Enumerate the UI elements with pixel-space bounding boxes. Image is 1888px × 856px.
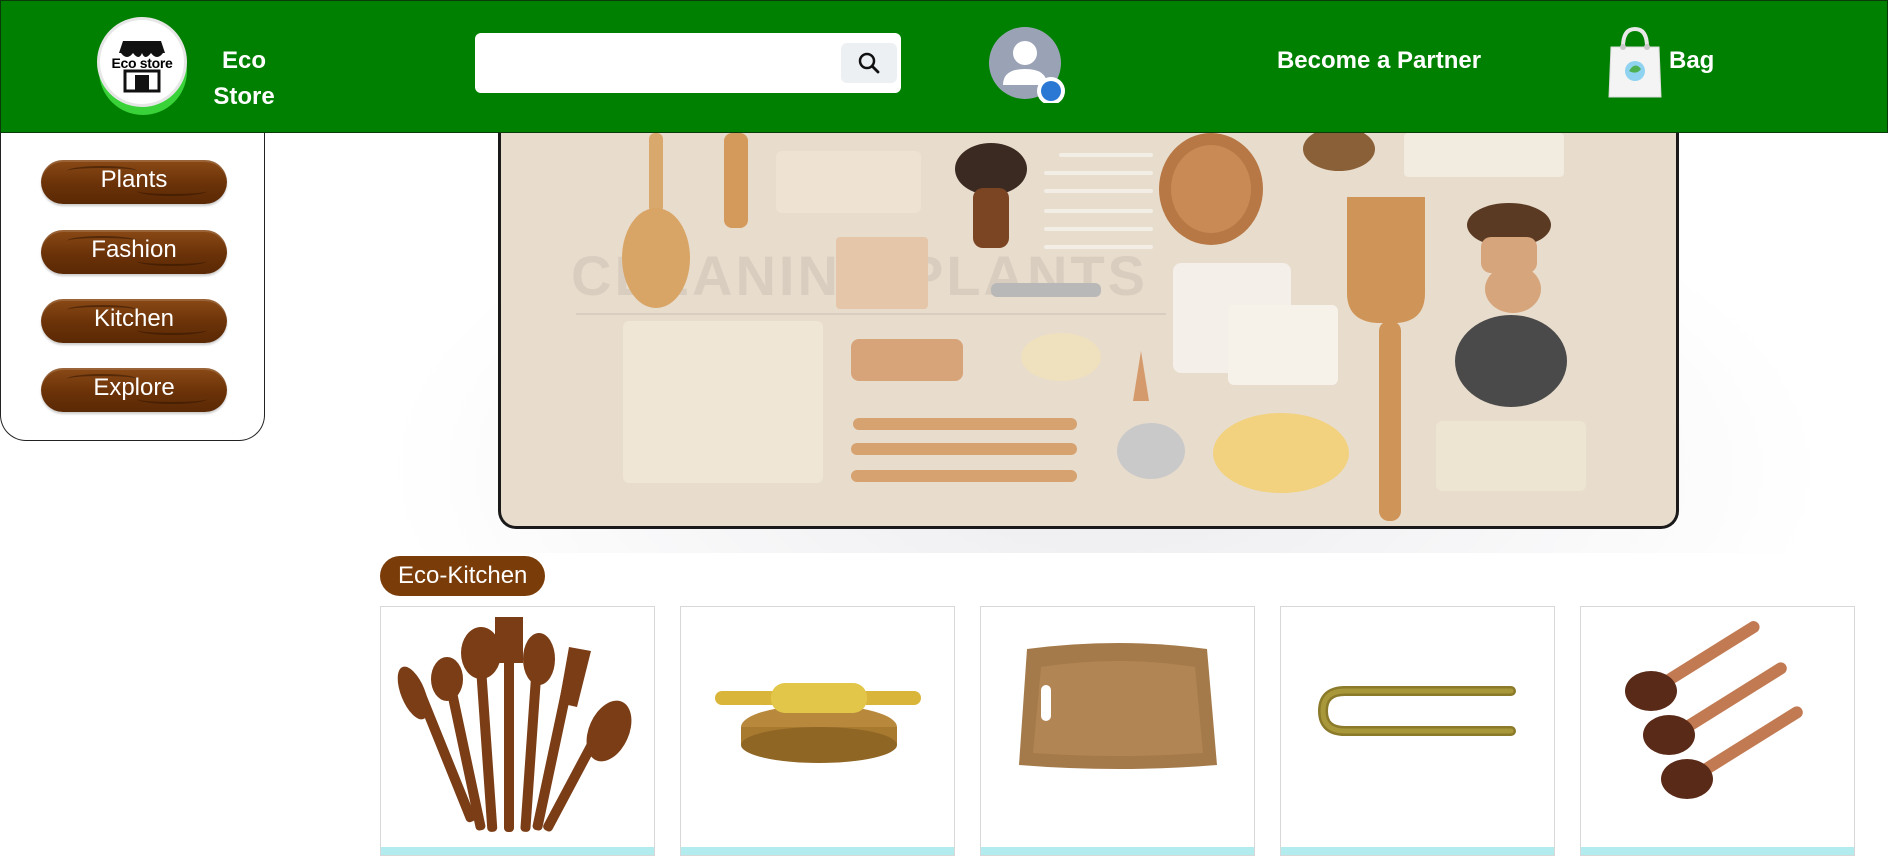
category-label: Fashion xyxy=(91,236,177,263)
search-icon xyxy=(858,52,880,74)
card-footer xyxy=(1581,847,1854,855)
become-partner-link[interactable]: Become a Partner xyxy=(1261,47,1497,75)
card-footer xyxy=(381,847,654,855)
product-card[interactable] xyxy=(980,606,1255,856)
brand-line-2: Store xyxy=(213,83,275,110)
category-kitchen-button[interactable]: Kitchen xyxy=(41,299,227,343)
hero-banner[interactable]: CLEANING PLANTS xyxy=(498,133,1679,529)
wooden-cutting-board-image xyxy=(1019,643,1217,769)
search-input[interactable] xyxy=(485,43,805,83)
section-title[interactable]: Eco-Kitchen xyxy=(380,556,546,596)
user-avatar-icon[interactable] xyxy=(989,27,1065,103)
eco-products-image xyxy=(622,133,1586,521)
product-card[interactable] xyxy=(680,606,955,856)
bag-label[interactable]: Bag xyxy=(1669,47,1714,75)
category-label: Explore xyxy=(93,374,175,401)
bamboo-tongs-image xyxy=(1317,686,1516,736)
category-label: Kitchen xyxy=(93,305,175,332)
search-button[interactable] xyxy=(841,43,897,83)
shopping-bag-icon[interactable] xyxy=(1607,25,1663,99)
category-sidebar: Plants Fashion Kitchen Explore xyxy=(0,133,265,441)
category-fashion-button[interactable]: Fashion xyxy=(41,230,227,274)
category-label: Plants xyxy=(100,166,168,193)
card-footer xyxy=(981,847,1254,855)
rolling-pin-and-board-image xyxy=(715,683,921,763)
card-footer xyxy=(681,847,954,855)
wooden-spatula-set-image xyxy=(397,617,632,832)
product-card[interactable] xyxy=(1580,606,1855,856)
logo[interactable]: Eco store xyxy=(97,17,187,115)
brand-name[interactable]: Eco Store xyxy=(205,43,283,115)
category-explore-button[interactable]: Explore xyxy=(41,368,227,412)
card-footer xyxy=(1281,847,1554,855)
top-header: Eco store Eco Store Become a Partner Bag xyxy=(0,0,1888,133)
coconut-shell-spoons-image xyxy=(1625,621,1803,799)
product-card[interactable] xyxy=(1280,606,1555,856)
search-bar xyxy=(475,33,901,93)
logo-text: Eco store xyxy=(111,55,173,71)
product-card[interactable] xyxy=(380,606,655,856)
category-plants-button[interactable]: Plants xyxy=(41,160,227,204)
brand-line-1: Eco xyxy=(221,47,266,74)
